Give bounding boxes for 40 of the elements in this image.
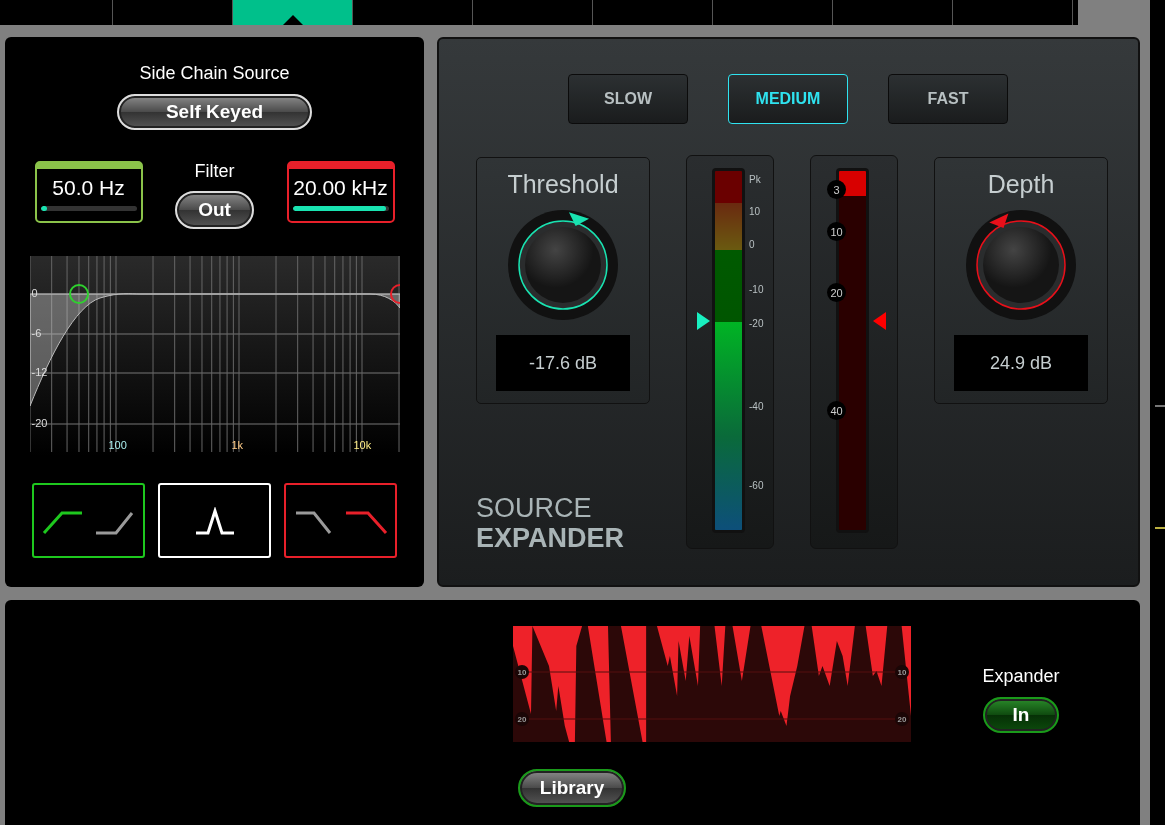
frequency-axis-label: 10k xyxy=(353,439,372,451)
meter-scale-label: 10 xyxy=(749,206,761,217)
gain-axis-label: -6 xyxy=(31,327,42,339)
speed-button[interactable]: MEDIUM xyxy=(728,74,848,124)
low-cut-frequency-field[interactable]: 50.0 Hz xyxy=(34,161,143,223)
filter-button[interactable]: Out xyxy=(175,191,254,229)
threshold-value: -17.6 dB xyxy=(496,335,630,391)
threshold-label: Threshold xyxy=(507,170,619,199)
expander-in-button[interactable]: In xyxy=(983,697,1059,733)
meter-scale-label: Pk xyxy=(749,174,761,185)
meter-scale-label: -40 xyxy=(749,401,764,412)
frequency-axis-label: 1k xyxy=(231,439,244,451)
top-tab[interactable] xyxy=(233,0,353,25)
speed-button[interactable]: SLOW xyxy=(568,74,688,124)
filter-label: Filter xyxy=(194,161,235,182)
panel-title: SOURCE xyxy=(476,493,593,523)
filter-type-button[interactable] xyxy=(32,483,145,558)
gain-axis-label: -12 xyxy=(31,366,48,378)
bandpass-filter-icon xyxy=(193,506,236,535)
depth-value: 24.9 dB xyxy=(954,335,1088,391)
threshold-knob[interactable] xyxy=(505,207,621,323)
side-chain-source-button[interactable]: Self Keyed xyxy=(117,94,312,130)
gain-axis-label: -20 xyxy=(31,417,48,429)
meter-scale-label: -60 xyxy=(749,480,764,491)
low-cut-handle[interactable] xyxy=(68,284,89,304)
threshold-marker-icon[interactable] xyxy=(697,312,710,331)
high-cut-handle[interactable] xyxy=(389,284,400,304)
library-button[interactable]: Library xyxy=(518,769,626,807)
depth-knob[interactable] xyxy=(963,207,1079,323)
panel-title: EXPANDER xyxy=(476,523,626,553)
meter-scale-label: -10 xyxy=(749,284,764,295)
gain-axis-label: 0 xyxy=(31,287,38,299)
speed-button[interactable]: FAST xyxy=(888,74,1008,124)
expander-label: Expander xyxy=(982,666,1060,687)
depth-label: Depth xyxy=(987,170,1055,199)
meter-scale-label: 0 xyxy=(749,239,755,250)
high-cut-frequency-field[interactable]: 20.00 kHz xyxy=(286,161,395,223)
meter-scale-label: -20 xyxy=(749,318,764,329)
frequency-axis-label: 100 xyxy=(108,439,127,451)
side-chain-source-label: Side Chain Source xyxy=(139,63,290,84)
